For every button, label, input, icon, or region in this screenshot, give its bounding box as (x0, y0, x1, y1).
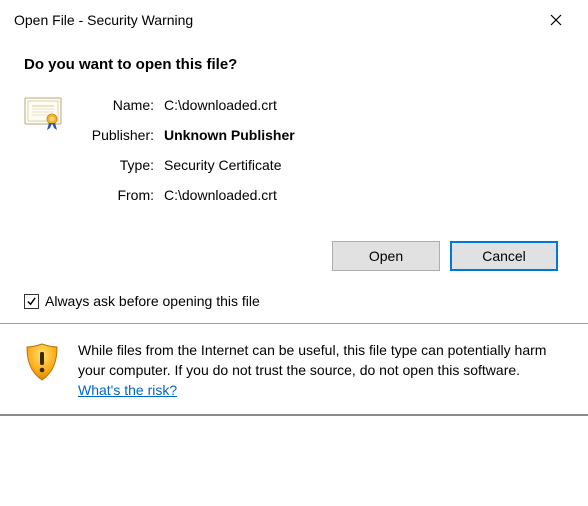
always-ask-row: Always ask before opening this file (24, 293, 564, 309)
check-icon (26, 296, 37, 307)
field-type: Type: Security Certificate (76, 155, 564, 175)
always-ask-checkbox[interactable] (24, 294, 39, 309)
shield-warning-icon (24, 340, 64, 385)
publisher-value: Unknown Publisher (164, 125, 295, 145)
dialog-content: Do you want to open this file? Name: C:\… (0, 38, 588, 309)
whats-the-risk-link[interactable]: What's the risk? (78, 382, 177, 398)
from-label: From: (76, 185, 164, 205)
warning-text: While files from the Internet can be use… (78, 340, 564, 400)
type-value: Security Certificate (164, 155, 281, 175)
certificate-icon (24, 95, 76, 134)
type-label: Type: (76, 155, 164, 175)
always-ask-label: Always ask before opening this file (45, 293, 260, 309)
warning-message: While files from the Internet can be use… (78, 342, 546, 378)
name-value: C:\downloaded.crt (164, 95, 277, 115)
publisher-label: Publisher: (76, 125, 164, 145)
button-row: Open Cancel (24, 241, 564, 271)
field-from: From: C:\downloaded.crt (76, 185, 564, 205)
warning-footer: While files from the Internet can be use… (0, 324, 588, 416)
file-info: Name: C:\downloaded.crt Publisher: Unkno… (24, 95, 564, 215)
from-value: C:\downloaded.crt (164, 185, 277, 205)
field-name: Name: C:\downloaded.crt (76, 95, 564, 115)
window-title: Open File - Security Warning (14, 12, 193, 28)
open-button[interactable]: Open (332, 241, 440, 271)
cancel-button[interactable]: Cancel (450, 241, 558, 271)
name-label: Name: (76, 95, 164, 115)
dialog-heading: Do you want to open this file? (24, 56, 564, 73)
field-list: Name: C:\downloaded.crt Publisher: Unkno… (76, 95, 564, 215)
field-publisher: Publisher: Unknown Publisher (76, 125, 564, 145)
close-button[interactable] (538, 6, 574, 34)
close-icon (550, 14, 562, 26)
title-bar: Open File - Security Warning (0, 0, 588, 38)
